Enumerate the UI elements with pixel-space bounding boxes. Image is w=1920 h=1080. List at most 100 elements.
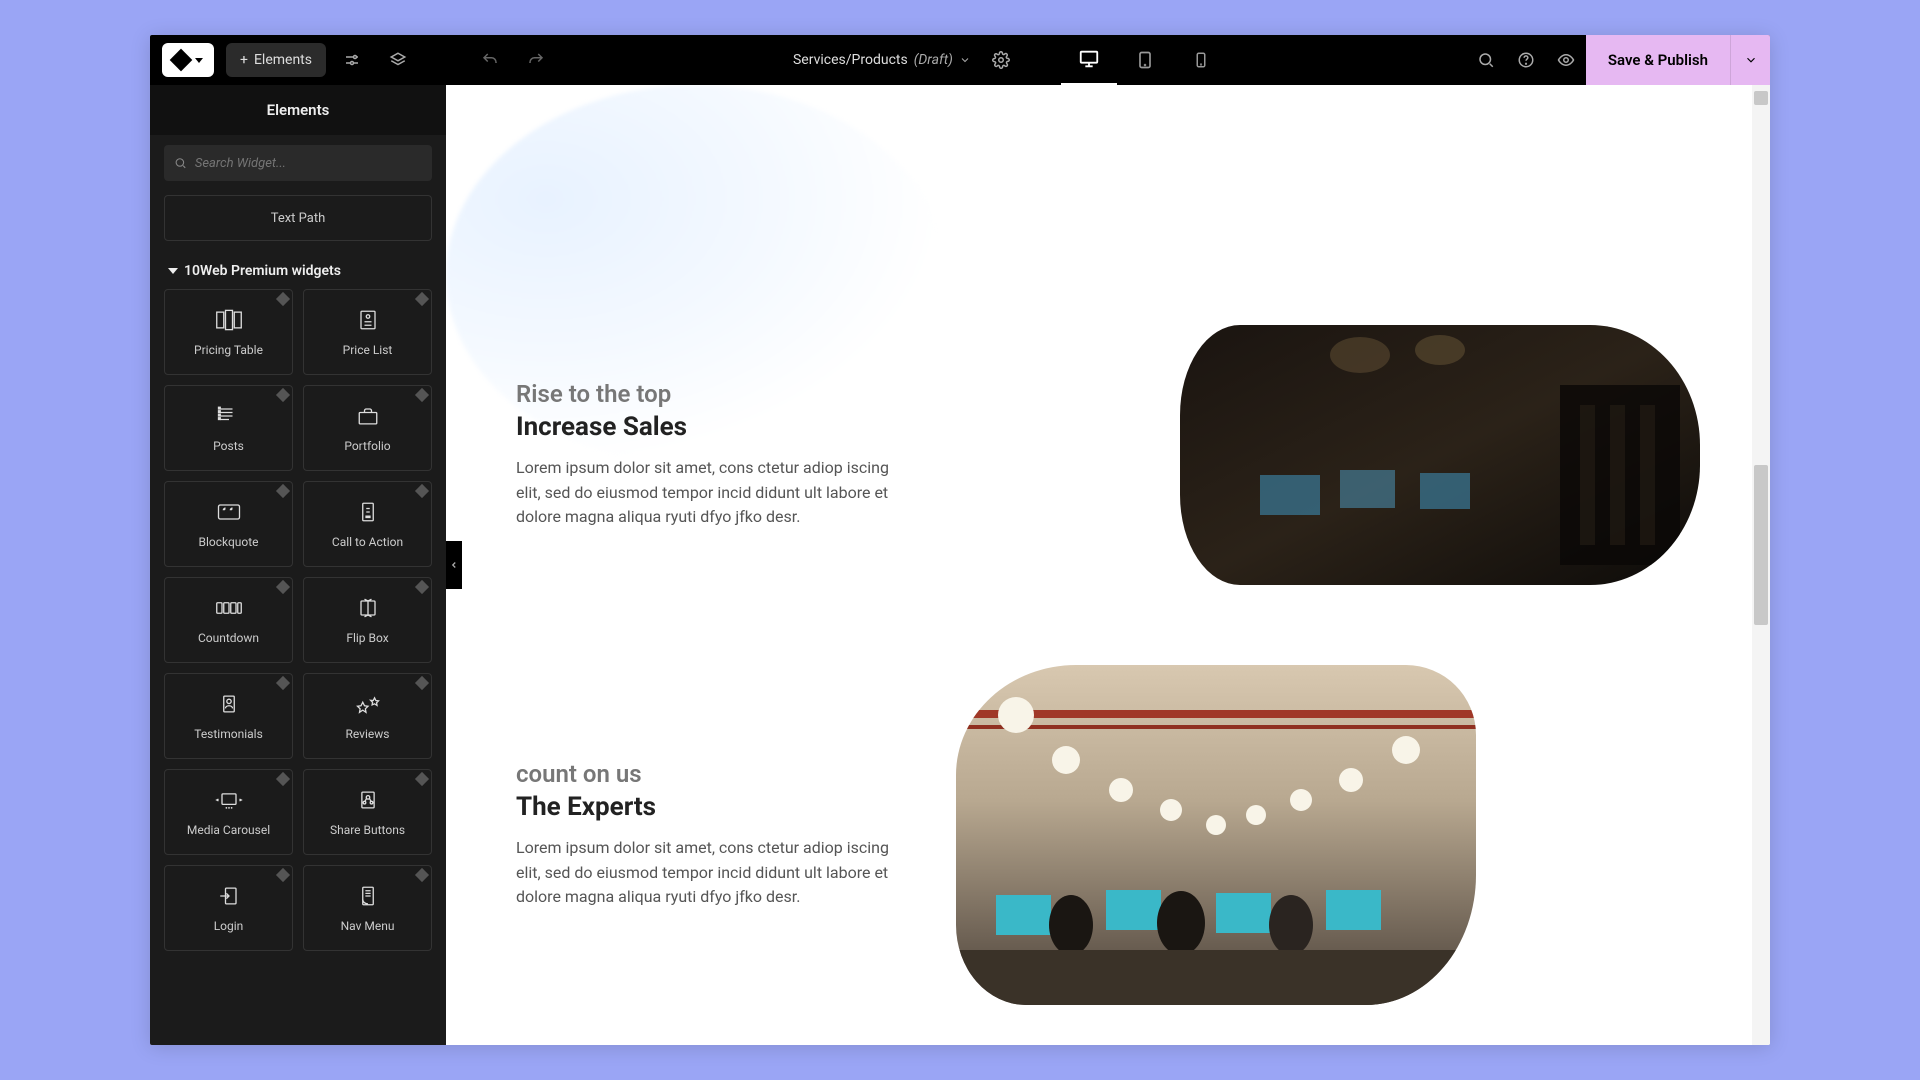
premium-badge-icon (276, 292, 290, 306)
caret-down-icon (168, 268, 178, 274)
widget-countdown[interactable]: Countdown (164, 577, 293, 663)
posts-icon (214, 403, 244, 429)
title: Increase Sales (516, 412, 896, 442)
section-the-experts[interactable]: count on us The Experts Lorem ipsum dolo… (516, 665, 1700, 1005)
chevron-left-icon (449, 560, 459, 570)
text-column[interactable]: count on us The Experts Lorem ipsum dolo… (516, 760, 896, 910)
help-button[interactable] (1506, 35, 1546, 85)
widget-label: Share Buttons (330, 823, 405, 837)
device-mobile[interactable] (1173, 35, 1229, 85)
pretitle: count on us (516, 760, 896, 788)
page-status: (Draft) (914, 52, 953, 68)
widget-label: Posts (213, 439, 244, 453)
premium-badge-icon (276, 388, 290, 402)
image-blob-2[interactable] (956, 665, 1476, 1005)
canvas[interactable]: Rise to the top Increase Sales Lorem ips… (446, 85, 1770, 1045)
settings-sliders-button[interactable] (332, 35, 372, 85)
device-switcher (1061, 35, 1229, 85)
widget-portfolio[interactable]: Portfolio (303, 385, 432, 471)
section-premium-widgets[interactable]: 10Web Premium widgets (150, 249, 446, 289)
widget-label: Nav Menu (341, 919, 395, 933)
testimonials-icon (214, 691, 244, 717)
page-settings-button[interactable] (981, 35, 1021, 85)
premium-badge-icon (276, 580, 290, 594)
widget-label: Portfolio (344, 439, 390, 453)
reviews-icon (353, 691, 383, 717)
logo-menu-button[interactable] (162, 43, 214, 77)
sidebar-header: Elements (150, 85, 446, 135)
search-icon (174, 156, 187, 170)
search-button[interactable] (1466, 35, 1506, 85)
login-icon (214, 883, 244, 909)
sidebar: Elements Text Path 10Web Premium widgets… (150, 85, 446, 1045)
widget-call-to-action[interactable]: Call to Action (303, 481, 432, 567)
text-path-label: Text Path (271, 211, 326, 226)
app-frame: + Elements Services/Products (Draft) (150, 35, 1770, 1045)
preview-button[interactable] (1546, 35, 1586, 85)
widget-label: Testimonials (194, 727, 263, 741)
body-text: Lorem ipsum dolor sit amet, cons ctetur … (516, 836, 896, 910)
widget-share-buttons[interactable]: Share Buttons (303, 769, 432, 855)
widget-login[interactable]: Login (164, 865, 293, 951)
title: The Experts (516, 792, 896, 822)
vertical-scrollbar[interactable] (1752, 85, 1770, 1045)
widget-label: Pricing Table (194, 343, 263, 357)
premium-badge-icon (415, 292, 429, 306)
topbar: + Elements Services/Products (Draft) (150, 35, 1770, 85)
premium-badge-icon (415, 772, 429, 786)
widget-label: Flip Box (346, 631, 388, 645)
section-title-label: 10Web Premium widgets (184, 263, 341, 279)
undo-button[interactable] (470, 35, 510, 85)
widget-search-input[interactable] (195, 156, 422, 171)
widget-price-list[interactable]: Price List (303, 289, 432, 375)
portfolio-icon (353, 403, 383, 429)
widget-flip-box[interactable]: Flip Box (303, 577, 432, 663)
widget-reviews[interactable]: Reviews (303, 673, 432, 759)
section-increase-sales[interactable]: Rise to the top Increase Sales Lorem ips… (516, 325, 1700, 585)
save-publish-button[interactable]: Save & Publish (1586, 35, 1730, 85)
widget-posts[interactable]: Posts (164, 385, 293, 471)
text-column[interactable]: Rise to the top Increase Sales Lorem ips… (516, 380, 896, 530)
widget-pricing-table[interactable]: Pricing Table (164, 289, 293, 375)
add-elements-button[interactable]: + Elements (226, 43, 326, 77)
body-text: Lorem ipsum dolor sit amet, cons ctetur … (516, 456, 896, 530)
navmenu-icon (353, 883, 383, 909)
share-icon (353, 787, 383, 813)
layers-button[interactable] (378, 35, 418, 85)
topbar-left: + Elements (150, 35, 556, 85)
scrollbar-thumb[interactable] (1754, 465, 1768, 625)
sidebar-collapse-button[interactable] (446, 541, 462, 589)
premium-badge-icon (276, 676, 290, 690)
carousel-icon (214, 787, 244, 813)
office-night-image (1180, 325, 1700, 585)
widget-label: Media Carousel (187, 823, 270, 837)
widget-nav-menu[interactable]: Nav Menu (303, 865, 432, 951)
premium-badge-icon (415, 388, 429, 402)
widget-testimonials[interactable]: Testimonials (164, 673, 293, 759)
widget-text-path[interactable]: Text Path (164, 195, 432, 241)
widget-label: Price List (343, 343, 393, 357)
device-tablet[interactable] (1117, 35, 1173, 85)
widget-label: Login (214, 919, 244, 933)
widget-blockquote[interactable]: Blockquote (164, 481, 293, 567)
redo-button[interactable] (516, 35, 556, 85)
widget-search[interactable] (164, 145, 432, 181)
widget-media-carousel[interactable]: Media Carousel (164, 769, 293, 855)
widget-label: Reviews (346, 727, 390, 741)
main: Elements Text Path 10Web Premium widgets… (150, 85, 1770, 1045)
publish-dropdown-button[interactable] (1730, 35, 1770, 85)
scroll-up-arrow[interactable] (1754, 91, 1768, 105)
chevron-down-icon (959, 54, 971, 66)
widget-label: Blockquote (198, 535, 258, 549)
premium-badge-icon (276, 868, 290, 882)
image-blob-1[interactable] (1180, 325, 1700, 585)
device-desktop[interactable] (1061, 35, 1117, 85)
price-list-icon (353, 307, 383, 333)
elements-button-label: Elements (254, 52, 312, 68)
premium-badge-icon (415, 676, 429, 690)
premium-badge-icon (415, 580, 429, 594)
plus-icon: + (240, 52, 248, 68)
page-name: Services/Products (793, 52, 908, 68)
page-title-dropdown[interactable]: Services/Products (Draft) (793, 52, 971, 68)
canvas-viewport[interactable]: Rise to the top Increase Sales Lorem ips… (446, 85, 1770, 1045)
